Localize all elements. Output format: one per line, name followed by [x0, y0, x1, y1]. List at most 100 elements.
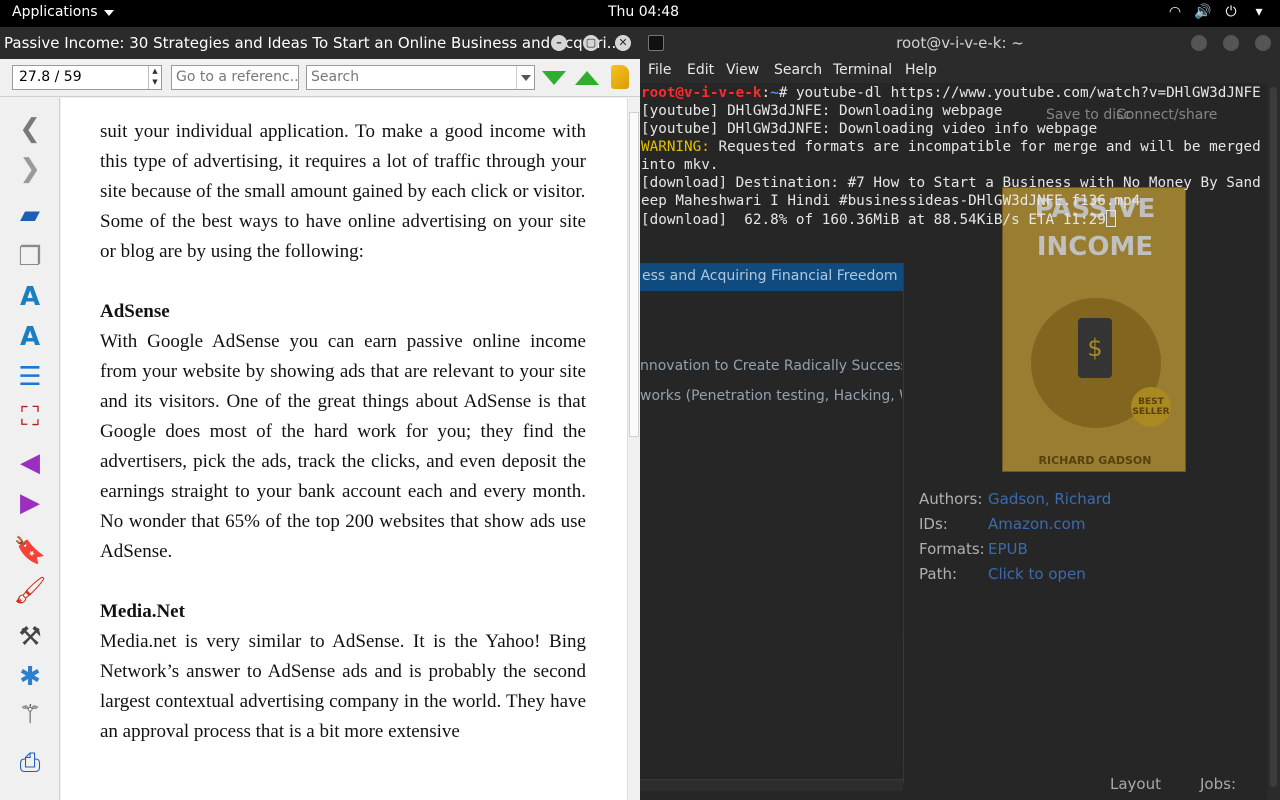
spin-arrows[interactable]: ▲ ▼ — [148, 66, 161, 89]
terminal-scrollbar[interactable] — [1267, 83, 1280, 800]
menu-view[interactable]: View — [726, 62, 759, 78]
book-content[interactable]: suit your individual application. To mak… — [61, 98, 627, 800]
ids-link: Amazon.com — [988, 515, 1086, 533]
menu-search[interactable]: Search — [774, 62, 822, 78]
maximize-button[interactable]: ▢ — [583, 35, 599, 51]
terminal-menubar: File Edit View Search Terminal Help — [640, 59, 1280, 83]
minimize-button[interactable]: – — [551, 35, 567, 51]
menu-file[interactable]: File — [648, 62, 671, 78]
warning-text: Requested formats are incompatible for m… — [641, 139, 1270, 173]
chevron-down-icon[interactable]: ▾ — [1250, 4, 1268, 20]
find-next-button[interactable] — [542, 71, 566, 85]
paragraph: Media.net is very similar to AdSense. It… — [100, 631, 586, 742]
copy-icon[interactable]: ❐ — [12, 240, 48, 274]
authors-key: Authors: — [919, 490, 983, 508]
paragraph: suit your individual application. To mak… — [100, 121, 586, 202]
terminal-titlebar[interactable]: root@v-i-v-e-k: ~ — [640, 27, 1280, 59]
layout-button: Layout — [1110, 775, 1161, 793]
ebook-viewer-window: Passive Income: 30 Strategies and Ideas … — [0, 27, 640, 800]
warning-label: WARNING: — [641, 139, 710, 155]
ids-row: IDs: Amazon.com — [919, 515, 1085, 533]
open-folder-icon[interactable]: ▰ — [12, 198, 48, 232]
viewer-window-title: Passive Income: 30 Strategies and Ideas … — [4, 34, 621, 52]
applications-label: Applications — [12, 4, 98, 20]
terminal-window: root@v-i-v-e-k: ~ File Edit View Search … — [640, 27, 1280, 800]
find-previous-button[interactable] — [575, 71, 599, 85]
prompt-path: ~ — [770, 85, 779, 101]
pane-divider — [903, 263, 904, 783]
fullscreen-icon[interactable]: ⛶ — [12, 400, 48, 434]
plugins-icon[interactable]: ✱ — [12, 660, 48, 694]
previous-page-icon[interactable]: ◀ — [12, 446, 48, 480]
forward-icon[interactable]: ❯ — [12, 152, 48, 186]
menu-terminal[interactable]: Terminal — [833, 62, 892, 78]
scrollbar-thumb[interactable] — [629, 112, 639, 437]
prompt-hash: # — [778, 85, 796, 101]
font-increase-icon[interactable]: A — [12, 280, 48, 314]
minimize-button[interactable] — [1191, 35, 1207, 51]
path-key: Path: — [919, 565, 958, 583]
dollar-phone-icon: $ — [1078, 318, 1112, 378]
book-cover: PASSIVE INCOME $ BEST SELLER RICHARD GAD… — [1002, 187, 1186, 472]
highlight-icon[interactable] — [611, 65, 629, 89]
ids-key: IDs: — [919, 515, 948, 533]
viewer-sidebar: ❮ ❯ ▰ ❐ A A ☰ ⛶ ◀ ▶ 🔖 🖌 ⚒ ✱ ⚚ ⎙ — [0, 98, 60, 800]
maximize-button[interactable] — [1223, 35, 1239, 51]
terminal-cursor — [1105, 210, 1116, 227]
terminal-window-title: root@v-i-v-e-k: ~ — [896, 34, 1024, 52]
book-text: suit your individual application. To mak… — [100, 117, 586, 747]
viewer-titlebar[interactable]: Passive Income: 30 Strategies and Ideas … — [0, 27, 640, 59]
position-spinbox[interactable]: 27.8 / 59 ▲ ▼ — [12, 65, 162, 90]
power-icon[interactable]: ⏻ — [1222, 4, 1240, 20]
book-row: nnovation to Create Radically Successful — [640, 358, 902, 374]
font-decrease-icon[interactable]: A — [12, 320, 48, 354]
scrollbar-thumb[interactable] — [1270, 87, 1277, 787]
menu-help[interactable]: Help — [905, 62, 937, 78]
paragraph: With Google AdSense you can earn passive… — [100, 331, 586, 562]
theme-brush-icon[interactable]: 🖌 — [12, 574, 48, 608]
menu-edit[interactable]: Edit — [687, 62, 714, 78]
content-scrollbar[interactable] — [627, 98, 640, 800]
next-page-icon[interactable]: ▶ — [12, 486, 48, 520]
goto-reference-input[interactable]: Go to a referenc... — [171, 65, 299, 90]
progress-line: [download] 62.8% of 160.36MiB at 88.54Ki… — [641, 212, 1106, 228]
close-button[interactable] — [1255, 35, 1271, 51]
section-heading: Media.Net — [100, 601, 185, 622]
table-of-contents-icon[interactable]: ☰ — [12, 360, 48, 394]
authors-link: Gadson, Richard — [988, 490, 1112, 508]
volume-icon[interactable]: 🔊 — [1194, 4, 1212, 20]
authors-row: Authors: Gadson, Richard — [919, 490, 1111, 508]
position-value: 27.8 / 59 — [19, 69, 82, 85]
applications-menu[interactable]: Applications — [12, 4, 114, 20]
cover-author: RICHARD GADSON — [1038, 454, 1152, 467]
best-seller-badge: BEST SELLER — [1131, 387, 1171, 427]
output-line: [download] Destination: #7 How to Start … — [641, 175, 1261, 209]
selected-book-row: ess and Acquiring Financial Freedom (Pa — [640, 263, 903, 291]
terminal-output: root@v-i-v-e-k:~# youtube-dl https://www… — [641, 84, 1265, 229]
chevron-down-icon — [103, 10, 114, 16]
list-hscrollbar — [640, 779, 903, 791]
top-panel: Applications Thu 04:48 ◠ 🔊 ⏻ ▾ — [0, 0, 1280, 27]
back-icon[interactable]: ❮ — [12, 112, 48, 146]
search-placeholder: Search — [311, 69, 360, 85]
clock[interactable]: Thu 04:48 — [608, 4, 679, 20]
formats-row: Formats: EPUB — [919, 540, 1028, 558]
print-icon[interactable]: ⎙ — [12, 746, 48, 780]
viewer-toolbar: 27.8 / 59 ▲ ▼ Go to a referenc... Search — [0, 59, 640, 97]
search-input[interactable]: Search — [306, 65, 535, 90]
path-row: Path: Click to open — [919, 565, 1086, 583]
preferences-icon[interactable]: ⚒ — [12, 620, 48, 654]
wifi-icon[interactable]: ◠ — [1166, 4, 1184, 20]
paragraph: Some of the best ways to have online adv… — [100, 211, 586, 262]
formats-link: EPUB — [988, 540, 1028, 558]
jobs-indicator: Jobs: — [1200, 775, 1236, 793]
close-button[interactable]: ✕ — [615, 35, 631, 51]
search-dropdown-button[interactable] — [516, 66, 534, 89]
formats-key: Formats: — [919, 540, 985, 558]
terminal-area[interactable]: Save to disc Connect/share ess and Acqui… — [640, 83, 1267, 800]
magic-wand-icon[interactable]: ⚚ — [12, 698, 48, 732]
output-line: [youtube] DHlGW3dJNFE: Downloading webpa… — [641, 103, 1003, 119]
system-tray[interactable]: ◠ 🔊 ⏻ ▾ — [1166, 4, 1268, 20]
path-link: Click to open — [988, 565, 1086, 583]
bookmark-icon[interactable]: 🔖 — [12, 534, 48, 568]
